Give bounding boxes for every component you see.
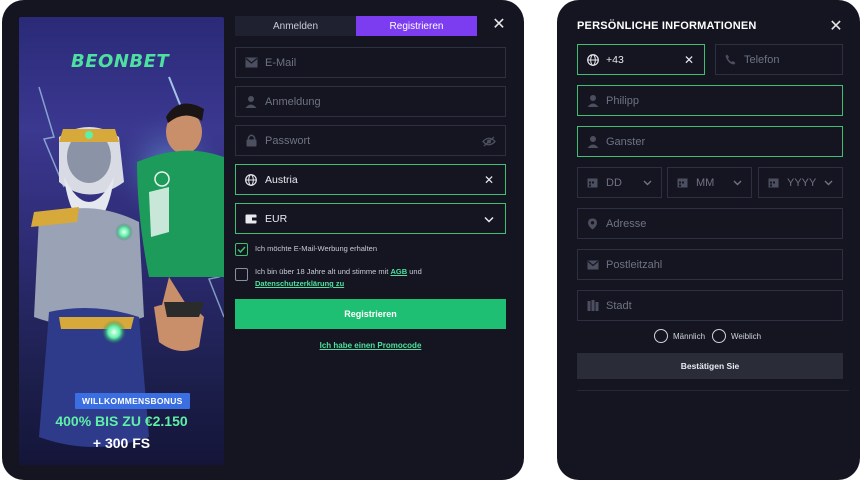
first-name-field[interactable]: Philipp xyxy=(577,85,843,116)
confirm-button[interactable]: Bestätigen Sie xyxy=(577,353,843,379)
age-consent-row: Ich bin über 18 Jahre alt und stimme mit… xyxy=(235,266,422,290)
eye-slash-icon[interactable] xyxy=(482,134,496,148)
register-button[interactable]: Registrieren xyxy=(235,299,506,329)
phone-code-select[interactable]: +43 ✕ xyxy=(577,44,705,75)
auth-tabs: Anmelden Registrieren xyxy=(235,16,477,36)
address-placeholder: Adresse xyxy=(606,217,647,230)
agb-link[interactable]: AGB xyxy=(391,267,408,276)
phone-code-value: +43 xyxy=(606,53,624,66)
country-select[interactable]: Austria ✕ xyxy=(235,164,506,195)
globe-icon xyxy=(586,53,599,66)
age-consent-checkbox[interactable] xyxy=(235,268,248,281)
buildings-icon xyxy=(586,299,599,312)
clear-icon[interactable]: ✕ xyxy=(482,173,496,187)
wallet-icon xyxy=(244,212,258,226)
currency-value: EUR xyxy=(265,212,288,225)
gender-selector: Männlich Weiblich xyxy=(654,329,768,343)
close-icon[interactable]: ✕ xyxy=(490,16,508,34)
email-consent-label: Ich möchte E-Mail-Werbung erhalten xyxy=(255,244,377,253)
registration-modal: BEONBET WILLKOMMENSBONUS 400% BIS ZU €2.… xyxy=(2,0,524,480)
user-icon xyxy=(586,94,599,107)
age-consent-and: und xyxy=(409,267,422,276)
privacy-link[interactable]: Datenschutzerklärung zu xyxy=(255,279,344,288)
phone-placeholder: Telefon xyxy=(744,53,780,66)
tab-register[interactable]: Registrieren xyxy=(356,16,477,36)
birth-year-placeholder: YYYY xyxy=(787,176,817,189)
modal-title: PERSÖNLICHE INFORMATIONEN xyxy=(577,20,757,32)
bonus-headline: 400% BIS ZU €2.150 xyxy=(55,413,188,429)
phone-icon xyxy=(724,53,737,66)
chevron-down-icon xyxy=(731,176,743,190)
modal-divider xyxy=(577,390,849,391)
gender-female-label: Weiblich xyxy=(731,331,762,341)
gender-male-radio[interactable] xyxy=(654,329,668,343)
chevron-down-icon[interactable] xyxy=(482,212,496,226)
last-name-value: Ganster xyxy=(606,135,646,148)
birth-year-select[interactable]: YYYY xyxy=(758,167,843,198)
birth-month-placeholder: MM xyxy=(696,176,715,189)
chevron-down-icon xyxy=(641,176,653,190)
email-placeholder: E-Mail xyxy=(265,56,297,69)
password-field[interactable]: Passwort xyxy=(235,125,506,156)
promo-code-link[interactable]: Ich habe einen Promocode xyxy=(235,341,506,350)
password-placeholder: Passwort xyxy=(265,134,311,147)
envelope-icon xyxy=(244,56,258,70)
calendar-icon xyxy=(676,176,689,189)
phone-field[interactable]: Telefon xyxy=(715,44,843,75)
gender-female-radio[interactable] xyxy=(712,329,727,343)
zip-placeholder: Postleitzahl xyxy=(606,258,663,271)
age-consent-prefix: Ich bin über 18 Jahre alt und stimme mit xyxy=(255,267,389,276)
user-icon xyxy=(244,95,258,109)
welcome-bonus-badge: WILLKOMMENSBONUS xyxy=(75,393,190,409)
birth-day-select[interactable]: DD xyxy=(577,167,662,198)
user-icon xyxy=(586,135,599,148)
welcome-bonus-banner[interactable]: BEONBET WILLKOMMENSBONUS 400% BIS ZU €2.… xyxy=(19,17,224,465)
city-placeholder: Stadt xyxy=(606,299,632,312)
map-pin-icon xyxy=(586,217,599,230)
username-placeholder: Anmeldung xyxy=(265,95,321,108)
close-icon[interactable]: ✕ xyxy=(827,18,845,36)
country-value: Austria xyxy=(265,173,298,186)
first-name-value: Philipp xyxy=(606,94,640,107)
bonus-free-spins: + 300 FS xyxy=(92,435,151,451)
envelope-icon xyxy=(586,258,599,271)
email-consent-checkbox[interactable] xyxy=(235,243,248,256)
tab-login[interactable]: Anmelden xyxy=(235,16,356,36)
email-consent-row: Ich möchte E-Mail-Werbung erhalten xyxy=(235,243,377,256)
brand-logo: BEONBET xyxy=(71,51,170,72)
gender-male-label: Männlich xyxy=(673,331,706,341)
zip-field[interactable]: Postleitzahl xyxy=(577,249,843,280)
city-field[interactable]: Stadt xyxy=(577,290,843,321)
address-field[interactable]: Adresse xyxy=(577,208,843,239)
birth-day-placeholder: DD xyxy=(606,176,622,189)
birth-month-select[interactable]: MM xyxy=(667,167,752,198)
calendar-icon xyxy=(586,176,599,189)
email-field[interactable]: E-Mail xyxy=(235,47,506,78)
check-icon xyxy=(237,246,246,253)
chevron-down-icon xyxy=(822,176,834,190)
calendar-icon xyxy=(767,176,780,189)
username-field[interactable]: Anmeldung xyxy=(235,86,506,117)
clear-icon[interactable]: ✕ xyxy=(682,53,696,67)
globe-icon xyxy=(244,173,258,187)
currency-select[interactable]: EUR xyxy=(235,203,506,234)
last-name-field[interactable]: Ganster xyxy=(577,126,843,157)
personal-info-modal: PERSÖNLICHE INFORMATIONEN ✕ +43 ✕ Telefo… xyxy=(557,0,860,480)
age-consent-label: Ich bin über 18 Jahre alt und stimme mit… xyxy=(255,266,422,290)
lock-icon xyxy=(244,134,258,148)
